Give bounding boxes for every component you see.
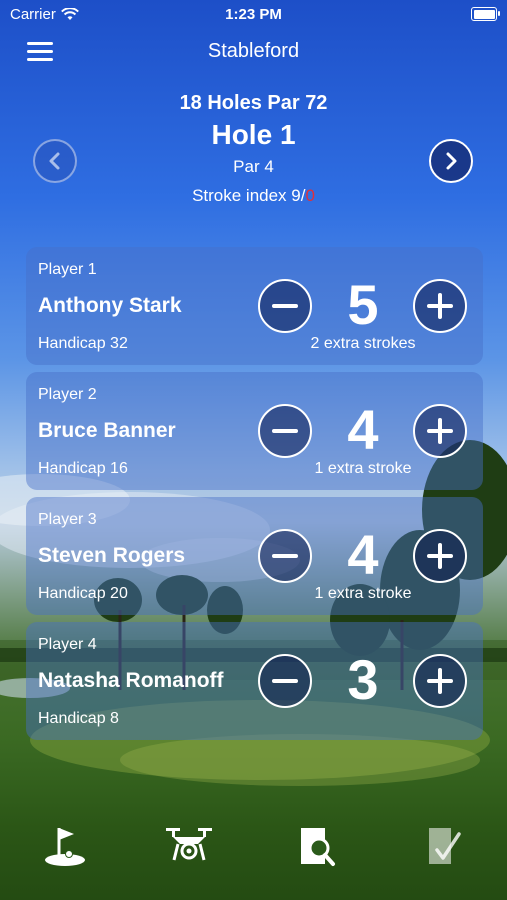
stroke-index-label: Stroke index 9/ xyxy=(192,186,306,205)
player-card-1: Player 1 Anthony Stark Handicap 32 5 2 e… xyxy=(26,247,483,365)
tab-course[interactable] xyxy=(40,822,90,870)
tab-scorecard[interactable] xyxy=(418,822,468,870)
extra-strokes: 1 extra stroke xyxy=(314,585,412,602)
search-document-icon xyxy=(301,828,335,866)
golf-flag-icon xyxy=(45,828,85,866)
increase-score-button[interactable] xyxy=(413,529,467,583)
player-name: Steven Rogers xyxy=(38,544,186,567)
previous-hole-button[interactable] xyxy=(33,139,77,183)
extra-strokes: 2 extra strokes xyxy=(310,335,416,352)
player-handicap: Handicap 32 xyxy=(38,335,128,352)
player-label: Player 3 xyxy=(38,511,97,528)
battery-fill xyxy=(473,9,495,19)
minus-icon xyxy=(272,554,298,558)
player-name: Natasha Romanoff xyxy=(38,669,224,692)
player-label: Player 4 xyxy=(38,636,97,653)
player-name: Anthony Stark xyxy=(38,294,182,317)
plus-icon xyxy=(427,418,453,444)
scorecard-check-icon xyxy=(429,828,461,864)
stroke-index-value: 0 xyxy=(305,186,315,205)
stroke-index: Stroke index 9/0 xyxy=(0,186,507,206)
status-bar: Carrier 1:23 PM xyxy=(0,0,507,30)
course-title: 18 Holes Par 72 xyxy=(179,92,328,114)
plus-icon xyxy=(427,668,453,694)
tab-drone[interactable] xyxy=(164,822,214,870)
player-score: 4 xyxy=(347,523,379,586)
player-handicap: Handicap 8 xyxy=(38,710,119,727)
minus-icon xyxy=(272,429,298,433)
player-score: 5 xyxy=(347,273,379,336)
plus-icon xyxy=(427,543,453,569)
player-card-4: Player 4 Natasha Romanoff Handicap 8 3 xyxy=(26,622,483,740)
player-label: Player 1 xyxy=(38,261,97,278)
chevron-left-icon xyxy=(49,152,60,170)
player-name: Bruce Banner xyxy=(38,419,176,442)
decrease-score-button[interactable] xyxy=(258,279,312,333)
minus-icon xyxy=(272,679,298,683)
drone-icon xyxy=(166,828,212,861)
tab-bar xyxy=(0,822,507,872)
player-label: Player 2 xyxy=(38,386,97,403)
nav-title: Stableford xyxy=(207,40,300,62)
battery-icon xyxy=(471,7,500,21)
increase-score-button[interactable] xyxy=(413,279,467,333)
plus-icon xyxy=(427,293,453,319)
minus-icon xyxy=(272,304,298,308)
decrease-score-button[interactable] xyxy=(258,654,312,708)
chevron-right-icon xyxy=(446,152,457,170)
extra-strokes: 1 extra stroke xyxy=(314,460,412,477)
next-hole-button[interactable] xyxy=(429,139,473,183)
player-handicap: Handicap 16 xyxy=(38,460,128,477)
increase-score-button[interactable] xyxy=(413,654,467,708)
round-info: 18 Holes Par 72 Hole 1 Par 4 Stroke inde… xyxy=(0,92,507,206)
decrease-score-button[interactable] xyxy=(258,529,312,583)
player-score: 3 xyxy=(347,648,379,711)
player-card-2: Player 2 Bruce Banner Handicap 16 4 1 ex… xyxy=(26,372,483,490)
status-time: 1:23 PM xyxy=(225,6,282,23)
hole-title: Hole 1 xyxy=(211,119,296,150)
increase-score-button[interactable] xyxy=(413,404,467,458)
tab-search[interactable] xyxy=(292,822,342,870)
player-score: 4 xyxy=(347,398,379,461)
player-handicap: Handicap 20 xyxy=(38,585,128,602)
decrease-score-button[interactable] xyxy=(258,404,312,458)
player-card-3: Player 3 Steven Rogers Handicap 20 4 1 e… xyxy=(26,497,483,615)
